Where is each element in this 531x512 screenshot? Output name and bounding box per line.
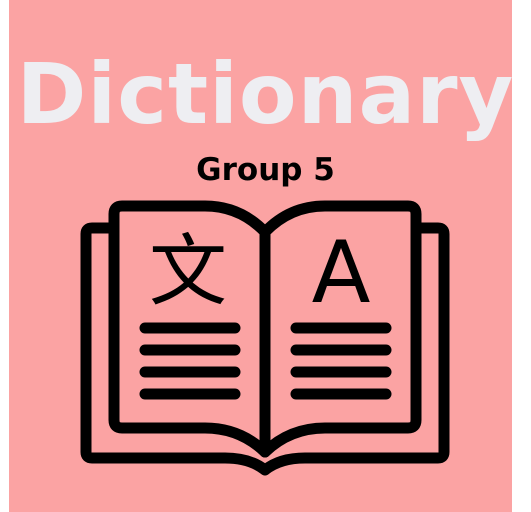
open-book-icon: 文 A bbox=[80, 200, 450, 476]
left-text-lines bbox=[139, 322, 241, 400]
right-text-lines bbox=[290, 322, 392, 400]
latin-glyph: A bbox=[312, 223, 371, 323]
chinese-glyph: 文 bbox=[149, 227, 227, 317]
